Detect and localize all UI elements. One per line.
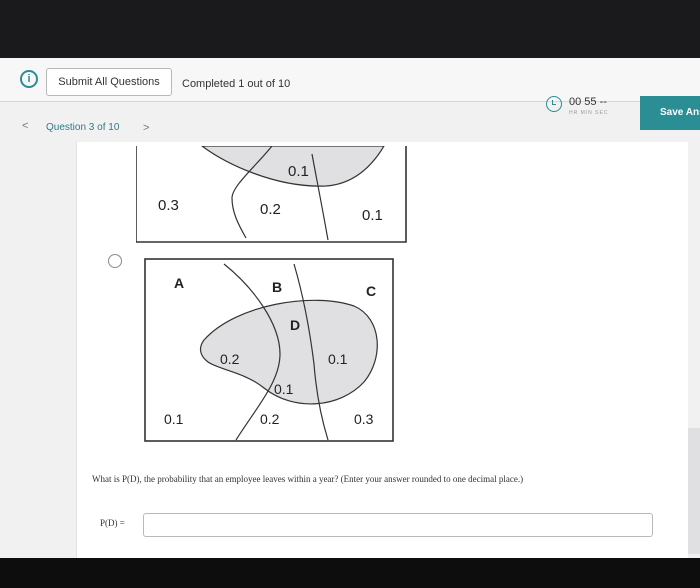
venn-value: 0.2 (260, 201, 281, 218)
venn-value: 0.1 (328, 351, 348, 367)
clock-icon (546, 96, 562, 112)
set-label-b: B (272, 279, 282, 295)
next-question-button[interactable]: > (143, 122, 149, 134)
venn-diagram-option: A B C D 0.2 0.1 0.1 0.1 0.2 0.3 (144, 258, 394, 442)
venn-diagram-previous: 0.1 0.3 0.2 0.1 (136, 146, 407, 243)
timer-display: 00 55 -- (569, 96, 607, 108)
venn-value: 0.3 (158, 197, 179, 214)
venn-value: 0.1 (164, 411, 184, 427)
monitor-bezel-top (0, 0, 700, 62)
info-icon[interactable]: i (20, 70, 38, 88)
venn-value: 0.2 (260, 411, 280, 427)
question-counter: Question 3 of 10 (46, 122, 120, 133)
question-text: What is P(D), the probability that an em… (92, 474, 524, 484)
set-label-c: C (366, 283, 376, 299)
venn-value: 0.1 (362, 207, 383, 224)
answer-label: P(D) = (100, 518, 125, 528)
venn-value: 0.1 (274, 381, 294, 397)
screen: i Submit All Questions Completed 1 out o… (0, 58, 700, 558)
set-label-a: A (174, 275, 184, 291)
venn-value: 0.2 (220, 351, 240, 367)
monitor-bezel-bottom (0, 558, 700, 588)
previous-question-button[interactable]: < (22, 120, 28, 132)
venn-value: 0.1 (288, 163, 309, 180)
answer-option-radio[interactable] (108, 254, 122, 268)
scrollbar[interactable] (688, 428, 700, 554)
set-label-d: D (290, 317, 300, 333)
submit-all-button[interactable]: Submit All Questions (46, 68, 172, 96)
completed-status: Completed 1 out of 10 (182, 78, 291, 90)
venn-value: 0.3 (354, 411, 374, 427)
answer-input[interactable] (143, 513, 653, 537)
